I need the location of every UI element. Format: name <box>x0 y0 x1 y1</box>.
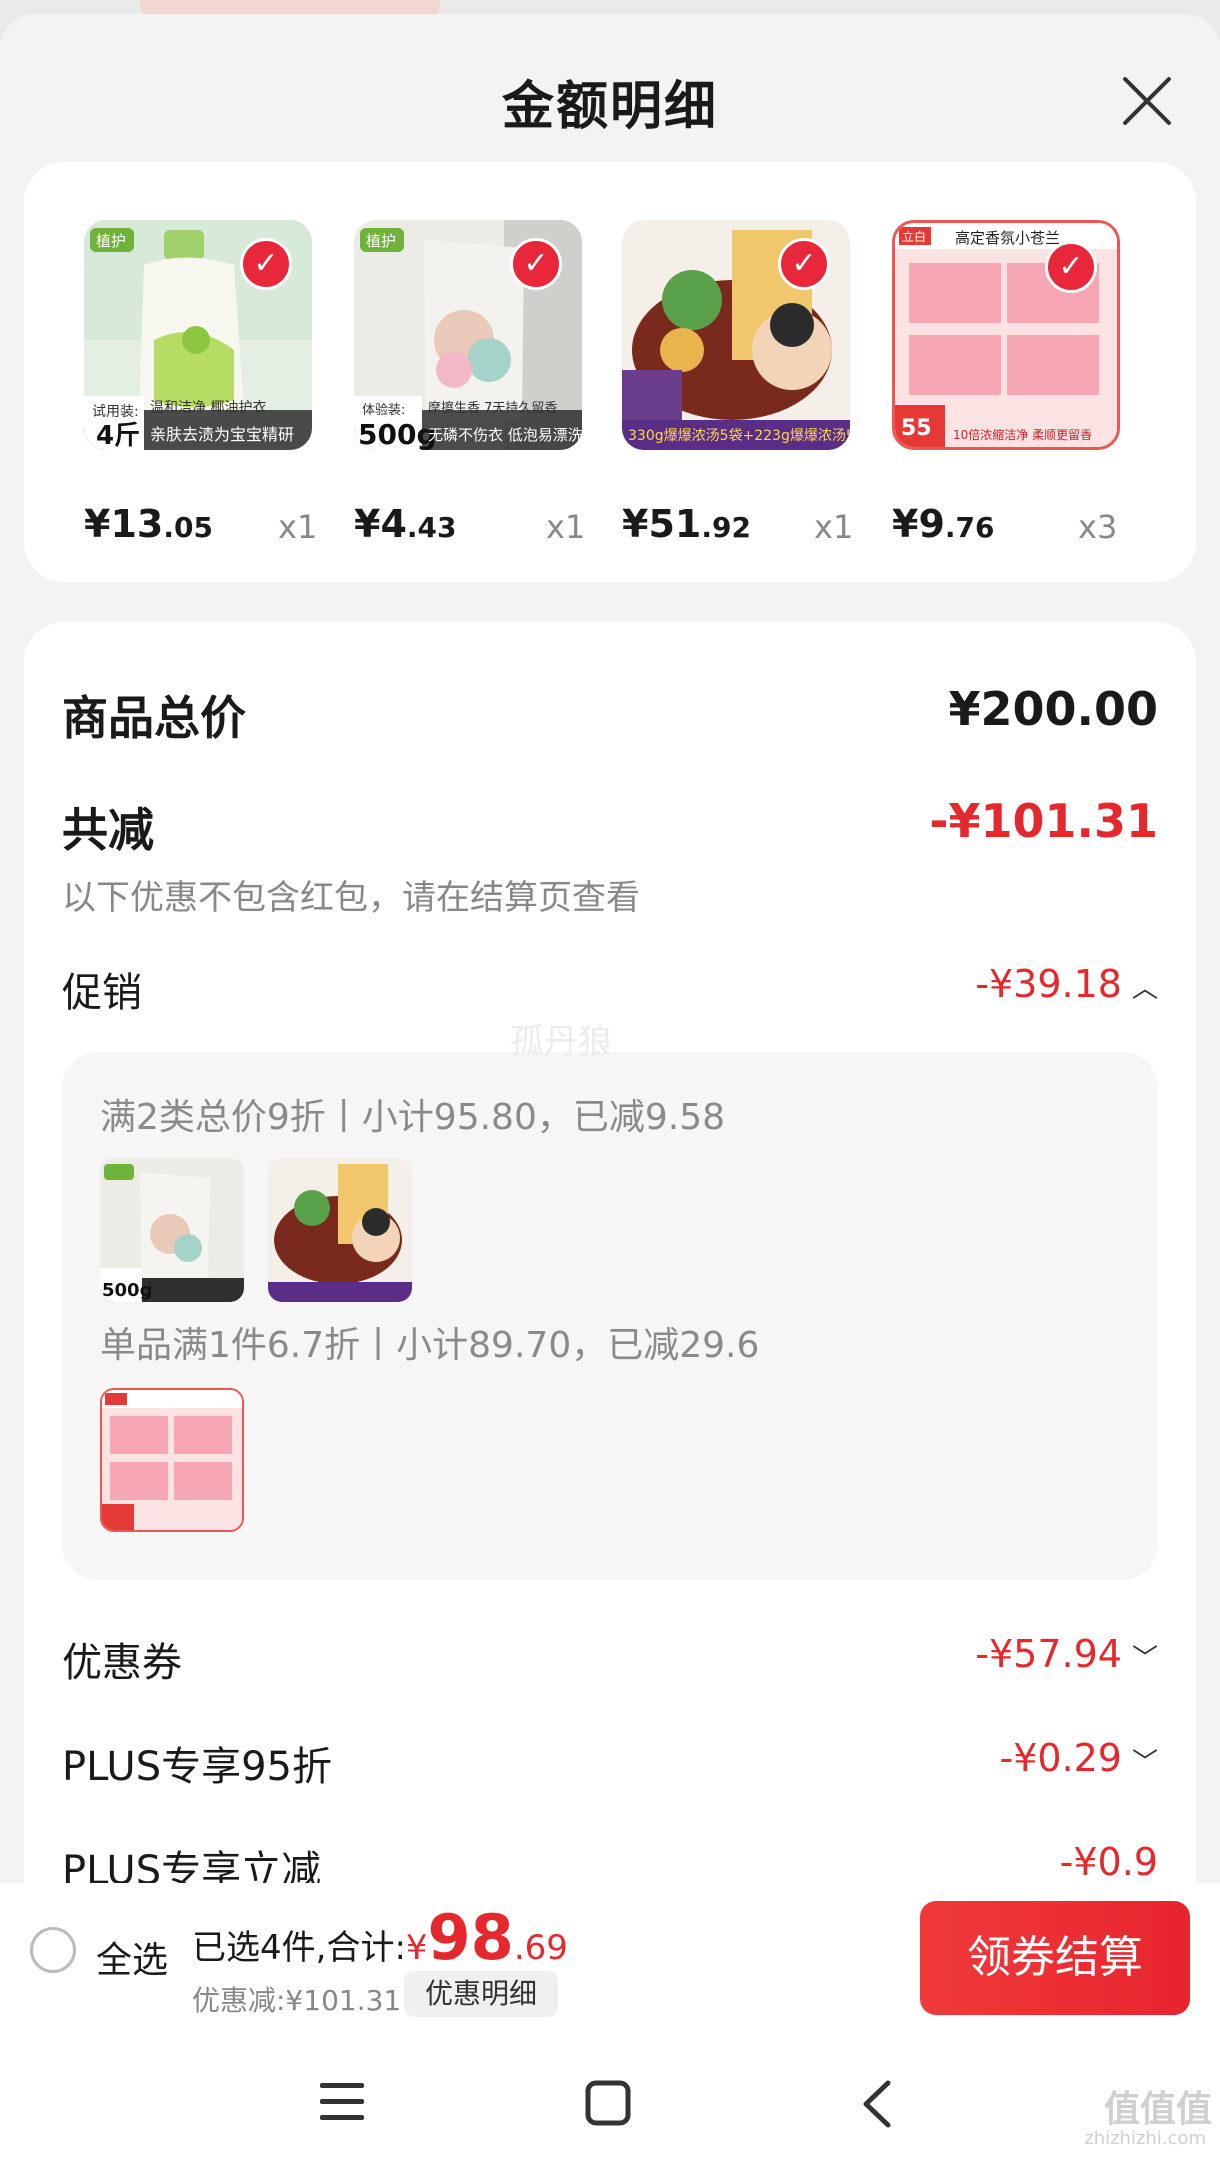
chevron-down-icon: ﹀ <box>1131 1644 1158 1674</box>
product-price-4: ¥9.76 <box>892 502 995 546</box>
coupon-label[interactable]: 优惠券 <box>62 1630 182 1688</box>
promo-rule-2: 单品满1件6.7折丨小计89.70，已减29.6 <box>100 1325 760 1366</box>
svg-text:330g爆爆浓汤5袋+223g爆爆浓汤5袋: 330g爆爆浓汤5袋+223g爆爆浓汤5袋 <box>628 428 850 444</box>
sheet-title: 金额明细 <box>501 77 718 137</box>
product-image-4[interactable]: 立白 高定香氛小苍兰 55 10倍浓缩洁净 柔顺更留香 ✓ <box>892 220 1120 450</box>
product-qty-3: x1 <box>814 508 854 546</box>
svg-text:无磷不伤衣 低泡易漂洗: 无磷不伤衣 低泡易漂洗 <box>428 426 582 444</box>
svg-text:亲肤去渍为宝宝精研: 亲肤去渍为宝宝精研 <box>150 425 294 444</box>
watermark-url: zhizhizhi.com <box>1084 2128 1206 2149</box>
plusreduce-value: -¥0.9 <box>1059 1840 1158 1884</box>
discount-detail-button[interactable]: 优惠明细 <box>404 1971 558 2017</box>
promo-thumb-2: 500g <box>100 1158 244 1302</box>
svg-text:摩擦生香 7天持久留香: 摩擦生香 7天持久留香 <box>428 400 557 416</box>
svg-text:体验装:: 体验装: <box>362 402 405 418</box>
promo-value: -¥39.18 <box>975 962 1122 1006</box>
product-price-3: ¥51.92 <box>622 502 751 546</box>
total-decimal: .69 <box>513 1928 568 1968</box>
promo-label[interactable]: 促销 <box>62 960 142 1018</box>
product-price-2: ¥4.43 <box>354 502 457 546</box>
svg-text:4斤: 4斤 <box>96 421 140 450</box>
product-image-3[interactable]: 330g爆爆浓汤5袋+223g爆爆浓汤5袋 ✓ <box>622 220 850 450</box>
total-currency: ¥ <box>405 1928 428 1968</box>
svg-text:500g: 500g <box>102 1280 152 1301</box>
checked-icon: ✓ <box>1045 241 1097 293</box>
checked-icon: ✓ <box>778 238 830 290</box>
product-image-1[interactable]: 试用装: 4斤 亲肤去渍为宝宝精研 温和洁净 椰油护衣 植护 ✓ <box>84 220 312 450</box>
product-price-1: ¥13.05 <box>84 502 213 546</box>
reduce-label: 共减 <box>62 803 154 857</box>
total-label: 商品总价 <box>62 691 246 745</box>
reduce-value: -¥101.31 <box>929 794 1158 848</box>
coupon-toggle[interactable]: -¥57.94 ﹀ <box>975 1632 1158 1676</box>
product-image-2[interactable]: 体验装: 500g 无磷不伤衣 低泡易漂洗 摩擦生香 7天持久留香 植护 ✓ <box>354 220 582 450</box>
summary-prefix: 已选4件,合计: <box>192 1928 406 1968</box>
close-icon[interactable] <box>1120 74 1174 128</box>
promo-toggle[interactable]: -¥39.18 ︿ <box>975 962 1158 1006</box>
checked-icon: ✓ <box>240 238 292 290</box>
plus95-value: -¥0.29 <box>999 1736 1122 1780</box>
amount-detail-sheet: 金额明细 试用装: 4斤 亲肤去渍为宝宝精研 温和洁净 椰油护衣 植护 ✓ 体验… <box>0 14 1220 2174</box>
system-nav-bar <box>0 2033 1220 2174</box>
svg-text:植护: 植护 <box>96 232 126 250</box>
product-qty-2: x1 <box>546 508 586 546</box>
svg-text:55: 55 <box>901 416 932 441</box>
home-icon[interactable] <box>584 2079 632 2131</box>
select-all-label[interactable]: 全选 <box>96 1931 168 1983</box>
promo-thumb-3 <box>268 1158 412 1302</box>
total-value: ¥200.00 <box>948 682 1158 736</box>
menu-icon[interactable] <box>318 2079 366 2129</box>
checked-icon: ✓ <box>510 238 562 290</box>
selection-summary: 已选4件,合计:¥98.69 <box>192 1901 568 1974</box>
watermark-center: 孤丹狼 <box>510 1022 612 1062</box>
redpacket-note: 以下优惠不包含红包，请在结算页查看 <box>62 878 640 918</box>
chevron-up-icon: ︿ <box>1131 974 1158 1004</box>
products-card: 试用装: 4斤 亲肤去渍为宝宝精研 温和洁净 椰油护衣 植护 ✓ 体验装: 50… <box>24 162 1196 582</box>
svg-text:试用装:: 试用装: <box>92 404 139 420</box>
promo-detail-box: 满2类总价9折丨小计95.80，已减9.58 500g 单品满1件6.7折丨小计… <box>62 1052 1158 1580</box>
product-qty-4: x3 <box>1078 508 1118 546</box>
svg-text:10倍浓缩洁净 柔顺更留香: 10倍浓缩洁净 柔顺更留香 <box>953 427 1092 442</box>
select-all-radio[interactable] <box>30 1927 76 1973</box>
svg-text:立白: 立白 <box>902 229 926 244</box>
plus95-toggle[interactable]: -¥0.29 ﹀ <box>999 1736 1158 1780</box>
discount-text: 优惠减:¥101.31 <box>192 1984 402 2017</box>
watermark-brand: 值值值 <box>1103 2089 1212 2130</box>
svg-text:高定香氛小苍兰: 高定香氛小苍兰 <box>955 229 1060 247</box>
checkout-bar: 全选 已选4件,合计:¥98.69 优惠减:¥101.31 优惠明细 领券结算 <box>0 1883 1220 2033</box>
svg-text:500g: 500g <box>358 418 437 450</box>
promo-rule-1: 满2类总价9折丨小计95.80，已减9.58 <box>100 1097 726 1138</box>
promo-thumb-4 <box>100 1388 244 1532</box>
checkout-button[interactable]: 领券结算 <box>920 1901 1190 2015</box>
svg-text:植护: 植护 <box>366 232 396 250</box>
plus95-label[interactable]: PLUS专享95折 <box>62 1734 332 1792</box>
chevron-down-icon: ﹀ <box>1131 1748 1158 1778</box>
product-qty-1: x1 <box>278 508 318 546</box>
back-icon[interactable] <box>858 2079 894 2133</box>
coupon-value: -¥57.94 <box>975 1632 1122 1676</box>
total-integer: 98 <box>427 1901 514 1974</box>
svg-text:温和洁净 椰油护衣: 温和洁净 椰油护衣 <box>150 400 266 416</box>
